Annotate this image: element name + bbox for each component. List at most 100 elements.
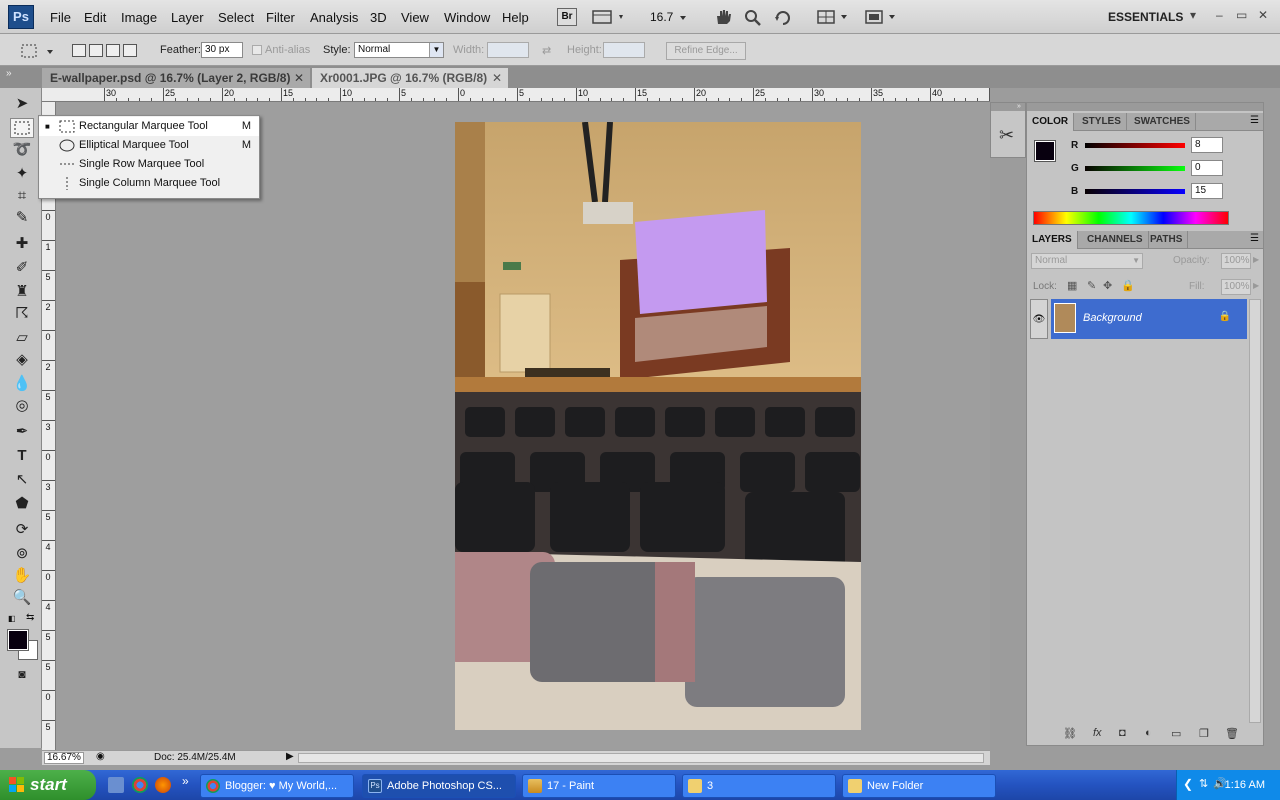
- expand-icon[interactable]: »: [991, 103, 1025, 111]
- menu-view[interactable]: View: [401, 10, 429, 25]
- pen-tool-icon[interactable]: ✒: [10, 422, 34, 442]
- layer-visibility-eye-icon[interactable]: 👁: [1030, 299, 1048, 339]
- tab-color[interactable]: COLOR: [1027, 113, 1075, 131]
- menu-filter[interactable]: Filter: [266, 10, 295, 25]
- brush-tool-icon[interactable]: ✐: [10, 258, 34, 278]
- move-tool-icon[interactable]: ➤: [10, 94, 34, 114]
- eyedropper-icon[interactable]: ✎: [10, 208, 34, 228]
- lock-position-icon[interactable]: ✥: [1103, 279, 1112, 292]
- task-photoshop[interactable]: Ps Adobe Photoshop CS...: [362, 774, 516, 798]
- hand-tool-icon[interactable]: ✋: [10, 566, 34, 586]
- hand-tool-icon[interactable]: [713, 8, 733, 26]
- tab-swatches[interactable]: SWATCHES: [1129, 113, 1196, 131]
- lock-pixels-icon[interactable]: ✎: [1087, 279, 1096, 292]
- status-info-icon[interactable]: ◉: [96, 751, 105, 762]
- blend-mode-select[interactable]: Normal ▼: [1031, 253, 1143, 269]
- shape-tool-icon[interactable]: ⬟: [10, 494, 34, 514]
- tab-styles[interactable]: STYLES: [1077, 113, 1127, 131]
- healing-brush-icon[interactable]: ✚: [10, 234, 34, 254]
- menu-help[interactable]: Help: [502, 10, 529, 25]
- minimize-button[interactable]: –: [1216, 8, 1223, 22]
- default-colors-icon[interactable]: ◧: [8, 614, 16, 623]
- layer-mask-icon[interactable]: ◘: [1119, 727, 1126, 739]
- color-foreground-swatch[interactable]: [1035, 141, 1055, 161]
- foreground-color-swatch[interactable]: [8, 630, 28, 650]
- single-row-marquee-item[interactable]: Single Row Marquee Tool: [39, 155, 259, 174]
- adjustment-layer-icon[interactable]: ◐: [1145, 727, 1152, 739]
- lock-all-icon[interactable]: 🔒: [1121, 279, 1135, 292]
- menu-file[interactable]: File: [50, 10, 71, 25]
- magic-wand-icon[interactable]: ✦: [10, 164, 34, 184]
- antialias-checkbox[interactable]: [252, 45, 262, 55]
- show-desktop-icon[interactable]: [108, 777, 124, 793]
- new-selection-icon[interactable]: [72, 44, 86, 57]
- tools-presets-icon[interactable]: ✂: [999, 125, 1014, 146]
- zoom-tool-icon[interactable]: 🔍: [10, 588, 34, 608]
- clock[interactable]: 1:16 AM: [1225, 779, 1265, 791]
- close-button[interactable]: ✕: [1258, 8, 1268, 22]
- menu-select[interactable]: Select: [218, 10, 254, 25]
- rectangular-marquee-item[interactable]: ■ Rectangular Marquee Tool M: [39, 117, 259, 136]
- screen-mode-icon[interactable]: [864, 8, 898, 26]
- style-select[interactable]: Normal ▼: [354, 42, 444, 58]
- type-tool-icon[interactable]: T: [10, 446, 34, 466]
- swap-colors-icon[interactable]: ⇆: [26, 612, 34, 623]
- tool-preset-picker-icon[interactable]: [20, 42, 53, 60]
- quick-launch-more-icon[interactable]: »: [182, 774, 189, 788]
- zoom-level[interactable]: 16.7: [650, 10, 673, 24]
- zoom-dropdown-icon[interactable]: [678, 8, 690, 26]
- color-spectrum[interactable]: [1033, 211, 1229, 225]
- tab-paths[interactable]: PATHS: [1145, 231, 1189, 249]
- start-button[interactable]: start: [0, 770, 96, 800]
- network-icon[interactable]: ⇅: [1199, 777, 1208, 790]
- eraser-icon[interactable]: ▱: [10, 328, 34, 348]
- 3d-rotate-icon[interactable]: ⟳: [10, 520, 34, 540]
- mini-bridge-icon[interactable]: [592, 8, 626, 26]
- zoom-tool-icon[interactable]: [743, 8, 763, 26]
- fill-arrow-icon[interactable]: ▶: [1253, 281, 1259, 290]
- task-folder-3[interactable]: 3: [682, 774, 836, 798]
- blue-input[interactable]: 15: [1191, 183, 1223, 199]
- tab-xr0001[interactable]: Xr0001.JPG @ 16.7% (RGB/8) ✕: [312, 68, 508, 88]
- panel-menu-icon[interactable]: ☰: [1250, 233, 1259, 244]
- fill-input[interactable]: 100%: [1221, 279, 1251, 295]
- zoom-field[interactable]: 16.67%: [44, 752, 84, 764]
- rotate-view-icon[interactable]: [773, 8, 793, 26]
- single-column-marquee-item[interactable]: Single Column Marquee Tool: [39, 174, 259, 193]
- tab-layers[interactable]: LAYERS: [1027, 231, 1078, 249]
- add-to-selection-icon[interactable]: [89, 44, 103, 57]
- crop-tool-icon[interactable]: ⌗: [10, 186, 34, 206]
- green-slider[interactable]: [1085, 166, 1185, 171]
- firefox-icon[interactable]: [155, 777, 171, 793]
- arrange-documents-icon[interactable]: [816, 8, 850, 26]
- task-blogger[interactable]: Blogger: ♥ My World,...: [200, 774, 354, 798]
- document-image[interactable]: [455, 122, 861, 730]
- horizontal-scrollbar[interactable]: [298, 753, 984, 763]
- new-group-icon[interactable]: ▭: [1171, 727, 1181, 740]
- subtract-from-selection-icon[interactable]: [106, 44, 120, 57]
- swap-icon[interactable]: ⇄: [542, 44, 551, 57]
- paint-bucket-icon[interactable]: ◈: [10, 350, 34, 370]
- restore-button[interactable]: ▭: [1236, 8, 1247, 22]
- tray-expand-icon[interactable]: ❮: [1183, 777, 1193, 791]
- clone-stamp-icon[interactable]: ♜: [10, 282, 34, 302]
- blue-slider[interactable]: [1085, 189, 1185, 194]
- opacity-arrow-icon[interactable]: ▶: [1253, 255, 1259, 264]
- lasso-tool-icon[interactable]: ➰: [10, 140, 34, 160]
- elliptical-marquee-item[interactable]: Elliptical Marquee Tool M: [39, 136, 259, 155]
- quick-mask-icon[interactable]: ◙: [10, 664, 34, 684]
- dodge-tool-icon[interactable]: ◎: [10, 396, 34, 416]
- red-slider[interactable]: [1085, 143, 1185, 148]
- status-menu-arrow-icon[interactable]: ▶: [286, 751, 294, 762]
- path-selection-icon[interactable]: ↖: [10, 470, 34, 490]
- menu-window[interactable]: Window: [444, 10, 490, 25]
- intersect-selection-icon[interactable]: [123, 44, 137, 57]
- layer-row-background[interactable]: Background 🔒: [1051, 299, 1247, 339]
- red-input[interactable]: 8: [1191, 137, 1223, 153]
- bridge-button[interactable]: Br: [557, 8, 577, 26]
- close-icon[interactable]: ✕: [294, 68, 304, 88]
- menu-analysis[interactable]: Analysis: [310, 10, 358, 25]
- blur-tool-icon[interactable]: 💧: [10, 374, 34, 394]
- 3d-orbit-icon[interactable]: ⊚: [10, 544, 34, 564]
- menu-3d[interactable]: 3D: [370, 10, 387, 25]
